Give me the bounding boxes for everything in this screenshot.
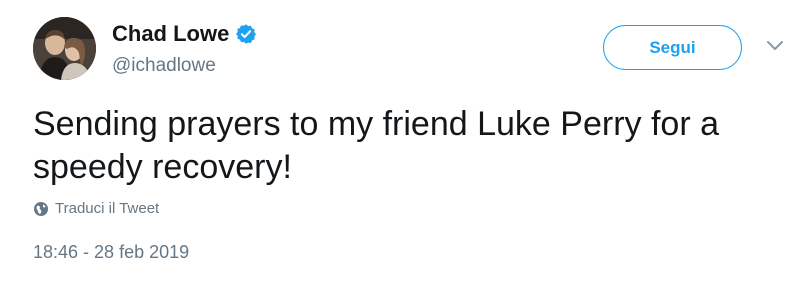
follow-button[interactable]: Segui [603,25,742,70]
translate-tweet-link[interactable]: Traduci il Tweet [33,200,159,218]
verified-badge-icon [236,24,257,44]
author-handle[interactable]: @ichadlowe [112,55,216,77]
avatar-photo [33,17,96,80]
tweet-timestamp[interactable]: 18:46 - 28 feb 2019 [33,241,189,263]
author-name-row: Chad Lowe [112,21,257,47]
tweet-text: Sending prayers to my friend Luke Perry … [33,105,719,186]
avatar[interactable] [33,17,96,80]
chevron-down-icon[interactable] [766,40,784,52]
author-display-name[interactable]: Chad Lowe [112,21,229,47]
translate-tweet-label: Traduci il Tweet [55,200,160,217]
globe-icon [34,202,48,216]
